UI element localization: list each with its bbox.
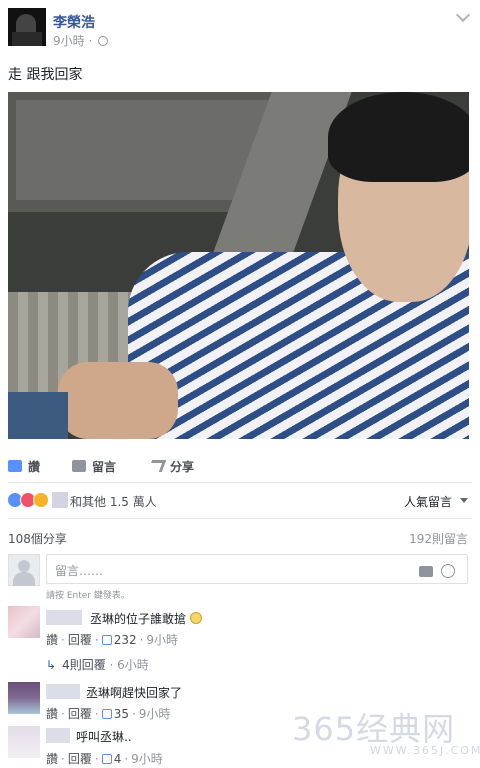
- comment-button[interactable]: 留言: [72, 458, 116, 475]
- comment-input[interactable]: 留言……: [46, 554, 468, 584]
- comment-text: 呼叫丞琳..: [76, 730, 132, 744]
- divider: [8, 482, 472, 483]
- comment-text: 丞琳的位子誰敢搶: [90, 610, 202, 627]
- comment-composer: 留言…… 請按 Enter 鍵發表。: [0, 552, 480, 601]
- comment-like-count[interactable]: 35: [114, 707, 129, 721]
- commenter-name[interactable]: [46, 684, 80, 699]
- comment-time[interactable]: 9小時: [131, 752, 163, 766]
- sort-comments-label[interactable]: 人氣留言: [404, 493, 452, 510]
- user-avatar: [8, 554, 40, 586]
- share-button[interactable]: 分享: [147, 458, 194, 475]
- watermark-url: WWW.365J.COM: [370, 744, 480, 757]
- divider: [8, 518, 472, 519]
- commenter-name[interactable]: [46, 728, 70, 743]
- post-stats: 108個分享 192則留言: [0, 528, 480, 548]
- laugh-emoji-icon: [189, 612, 202, 624]
- post-photo[interactable]: [8, 92, 469, 439]
- share-icon: [147, 460, 167, 472]
- commenter-name[interactable]: [46, 610, 82, 625]
- reply-arrow-icon: ↳: [46, 658, 57, 672]
- comment-actions: 讚 · 回覆 · 35 · 9小時: [46, 707, 171, 721]
- haha-reaction-icon: [33, 492, 49, 508]
- comment-like-link[interactable]: 讚: [46, 633, 58, 647]
- view-replies[interactable]: ↳ 4則回覆 · 6小時: [46, 656, 149, 673]
- thumbs-up-icon: [101, 709, 112, 719]
- like-button[interactable]: 讚: [8, 458, 40, 475]
- post-actions: 讚 留言 分享: [0, 452, 480, 480]
- camera-icon[interactable]: [419, 566, 433, 577]
- comment-reply-link[interactable]: 回覆: [68, 752, 92, 766]
- post-header: 李榮浩 9小時 ·: [0, 0, 480, 56]
- post-time[interactable]: 9小時: [53, 34, 85, 48]
- comment-actions: 讚 · 回覆 · 4 · 9小時: [46, 752, 163, 766]
- chevron-down-icon[interactable]: [455, 7, 471, 23]
- comment-text: 丞琳啊趕快回家了: [86, 686, 183, 700]
- commenter-avatar[interactable]: [8, 682, 40, 714]
- blurred-name: [52, 492, 68, 508]
- thumbs-up-icon: [101, 754, 112, 764]
- reactions-summary: 和其他 1.5 萬人: [70, 495, 157, 509]
- comment-time[interactable]: 9小時: [139, 707, 171, 721]
- author-avatar[interactable]: [8, 8, 46, 46]
- thumbs-up-icon: [101, 635, 112, 645]
- commenter-avatar[interactable]: [8, 606, 40, 638]
- comment-like-count[interactable]: 232: [114, 633, 137, 647]
- comment-actions: 讚 · 回覆 · 232 · 9小時: [46, 633, 179, 647]
- comment-like-link[interactable]: 讚: [46, 707, 58, 721]
- author-name[interactable]: 李榮浩: [53, 12, 95, 32]
- comment-like-link[interactable]: 讚: [46, 752, 58, 766]
- emoji-icon[interactable]: [441, 564, 455, 578]
- caret-down-icon[interactable]: [460, 498, 468, 503]
- comment-count[interactable]: 192則留言: [409, 530, 468, 547]
- post-meta: 9小時 ·: [53, 32, 109, 49]
- comment-time[interactable]: 9小時: [146, 633, 178, 647]
- commenter-avatar[interactable]: [8, 726, 40, 758]
- thumbs-up-icon: [8, 460, 22, 472]
- comment-reply-link[interactable]: 回覆: [68, 707, 92, 721]
- comment-icon: [72, 460, 86, 472]
- reactions-bar[interactable]: 和其他 1.5 萬人 人氣留言: [0, 488, 480, 512]
- comment-reply-link[interactable]: 回覆: [68, 633, 92, 647]
- composer-hint: 請按 Enter 鍵發表。: [46, 591, 130, 601]
- post-text: 走 跟我回家: [8, 67, 83, 83]
- share-count[interactable]: 108個分享: [8, 530, 67, 547]
- globe-icon: [98, 36, 109, 46]
